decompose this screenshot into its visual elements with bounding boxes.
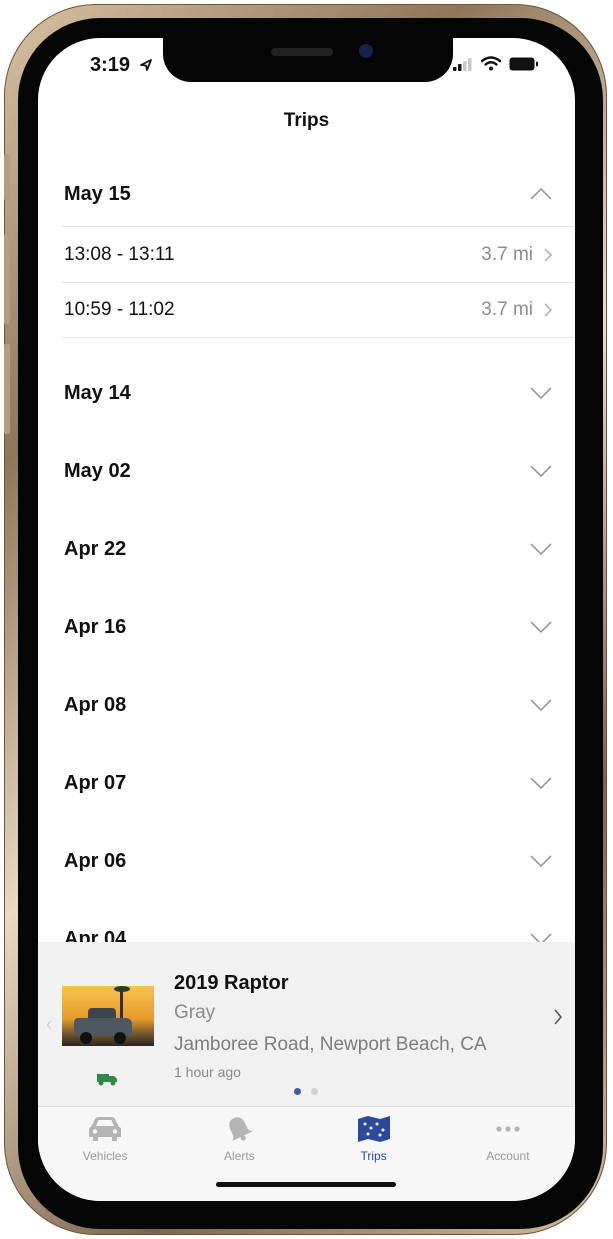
tab-label: Alerts: [224, 1149, 255, 1163]
chevron-down-icon[interactable]: [529, 620, 553, 634]
mute-switch: [4, 154, 10, 200]
truck-wheel: [80, 1032, 92, 1044]
car-icon: [89, 1117, 122, 1141]
next-vehicle-arrow-icon[interactable]: [553, 1008, 563, 1026]
chevron-up-icon[interactable]: [529, 187, 553, 201]
chevron-down-icon[interactable]: [529, 698, 553, 712]
status-icons: [453, 56, 539, 71]
vehicle-photo: [62, 986, 154, 1046]
trip-group-date: Apr 04: [64, 927, 127, 943]
trip-group-date: May 15: [64, 182, 131, 205]
vehicle-color: Gray: [174, 1002, 216, 1023]
chevron-down-icon[interactable]: [529, 932, 553, 942]
volume-up-button: [4, 234, 10, 324]
tab-label: Trips: [360, 1149, 387, 1163]
trip-group-header-may-02[interactable]: May 02: [38, 432, 575, 510]
tab-label: Account: [486, 1149, 530, 1163]
trip-group-date: May 14: [64, 381, 131, 404]
trip-group-date: May 02: [64, 459, 131, 482]
palm-tree: [120, 988, 123, 1018]
chevron-down-icon[interactable]: [529, 464, 553, 478]
cellular-signal-icon: [453, 57, 472, 71]
camera: [359, 44, 373, 58]
vehicle-status-icon: [97, 1074, 117, 1086]
trip-group-header-apr-06[interactable]: Apr 06: [38, 822, 575, 900]
trip-distance: 3.7 mi: [481, 243, 533, 265]
notch: [163, 38, 453, 82]
chevron-right-icon: [544, 247, 553, 262]
trip-group-header-apr-16[interactable]: Apr 16: [38, 588, 575, 666]
bell-icon: [229, 1117, 253, 1141]
trip-group-date: Apr 07: [64, 771, 127, 794]
status-time: 3:19: [90, 54, 153, 77]
tab-account[interactable]: Account: [441, 1107, 575, 1201]
trip-group-header[interactable]: May 15: [38, 162, 575, 226]
tab-vehicles[interactable]: Vehicles: [38, 1107, 172, 1201]
trip-list[interactable]: May 15 13:08 - 13:11 3.7 mi 10:59 - 11:0…: [38, 162, 575, 942]
trip-row[interactable]: 10:59 - 11:02 3.7 mi: [62, 282, 575, 338]
vehicle-name: 2019 Raptor: [174, 972, 289, 994]
home-indicator[interactable]: [216, 1182, 396, 1187]
vehicle-card[interactable]: ‹ 2019 Raptor Gray Jamboree Road, Newpor…: [38, 942, 575, 1106]
trip-distance: 3.7 mi: [481, 299, 533, 320]
page-title: Trips: [283, 110, 330, 131]
status-time-text: 3:19: [90, 54, 131, 76]
trip-group-date: Apr 06: [64, 849, 127, 872]
vehicle-pager[interactable]: [294, 1088, 318, 1095]
pager-dot-active[interactable]: [294, 1088, 301, 1095]
speaker: [271, 48, 333, 56]
location-arrow-icon: [139, 59, 152, 71]
trip-group-date: Apr 08: [64, 693, 127, 716]
chevron-down-icon[interactable]: [529, 542, 553, 556]
trip-group-header-apr-08[interactable]: Apr 08: [38, 666, 575, 744]
tab-label: Vehicles: [82, 1149, 128, 1163]
trip-time-range: 10:59 - 11:02: [64, 299, 175, 320]
trip-group-date: Apr 16: [64, 615, 127, 638]
palm-tree-top: [114, 986, 130, 992]
vehicle-last-updated: 1 hour ago: [174, 1064, 241, 1080]
trip-group-may-15: May 15 13:08 - 13:11 3.7 mi 10:59 - 11:0…: [38, 162, 575, 338]
battery-icon: [509, 57, 538, 70]
trip-group-header-may-14[interactable]: May 14: [38, 354, 575, 432]
wifi-icon: [481, 56, 501, 71]
chevron-right-icon: [544, 303, 553, 317]
chevron-down-icon[interactable]: [529, 776, 553, 790]
map-icon: [357, 1116, 390, 1142]
more-icon: [496, 1126, 520, 1132]
vehicle-location: Jamboree Road, Newport Beach, CA: [174, 1034, 487, 1055]
trip-row[interactable]: 13:08 - 13:11 3.7 mi: [62, 226, 575, 282]
truck-wheel: [114, 1032, 126, 1044]
chevron-down-icon[interactable]: [529, 386, 553, 400]
pager-dot[interactable]: [311, 1088, 318, 1095]
trip-group-header-apr-04[interactable]: Apr 04: [38, 900, 575, 942]
trip-group-date: Apr 22: [64, 537, 127, 560]
trip-group-header-apr-22[interactable]: Apr 22: [38, 510, 575, 588]
chevron-down-icon[interactable]: [529, 854, 553, 868]
trip-group-header-apr-07[interactable]: Apr 07: [38, 744, 575, 822]
previous-vehicle-arrow-icon[interactable]: ‹: [46, 1014, 52, 1035]
volume-down-button: [4, 344, 10, 434]
app-screen: 3:19 Trips May 15 13:08 - 13:11 3.7 mi 1…: [38, 38, 575, 1201]
trip-time-range: 13:08 - 13:11: [64, 243, 175, 265]
